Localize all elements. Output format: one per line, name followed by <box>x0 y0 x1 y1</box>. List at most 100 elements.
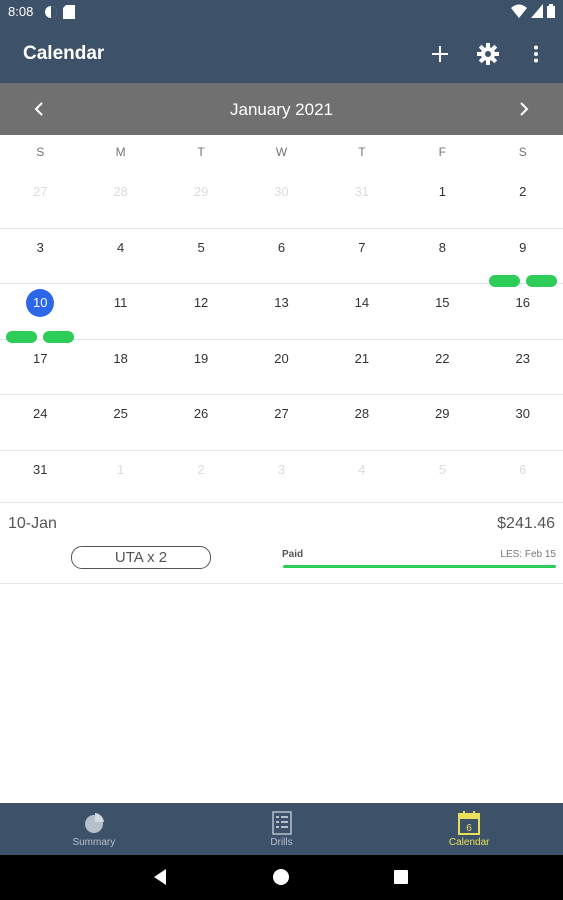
day-number: 1 <box>438 184 446 199</box>
system-navigation-bar <box>0 855 563 900</box>
day-cell[interactable]: 2 <box>483 173 563 228</box>
day-cell[interactable]: 10 <box>0 284 80 343</box>
uta-badge: UTA x 2 <box>71 546 211 569</box>
day-cell[interactable]: 28 <box>80 173 160 228</box>
nav-item-summary[interactable]: Summary <box>0 803 188 855</box>
wifi-icon <box>511 4 527 23</box>
paid-label: Paid <box>282 549 304 560</box>
day-number: 27 <box>274 406 289 422</box>
day-cell[interactable]: 6 <box>483 451 563 506</box>
day-cell[interactable]: 12 <box>161 284 241 339</box>
month-navigation: January 2021 <box>0 83 563 135</box>
day-number: 29 <box>193 184 209 199</box>
nav-item-calendar[interactable]: 6 Calendar <box>375 803 563 855</box>
day-cell[interactable]: 1 <box>402 173 482 228</box>
day-cell[interactable]: 27 <box>241 395 321 450</box>
day-cell[interactable]: 9 <box>483 229 563 288</box>
calendar-icon: 6 <box>457 810 481 835</box>
day-cell[interactable]: 19 <box>161 340 241 395</box>
day-number: 6 <box>519 461 527 477</box>
weekday-label: S <box>518 145 527 159</box>
nav-item-drills[interactable]: Drills <box>188 803 376 855</box>
day-cell[interactable]: 25 <box>80 395 160 450</box>
day-number: 28 <box>113 184 128 199</box>
nav-label-summary: Summary <box>72 836 116 848</box>
weekday-label: W <box>275 145 288 159</box>
day-cell[interactable]: 11 <box>80 284 160 339</box>
back-icon[interactable] <box>150 867 170 887</box>
day-number: 8 <box>438 239 446 255</box>
detail-amount: $241.46 <box>497 515 555 532</box>
day-cell[interactable]: 7 <box>322 229 402 284</box>
day-detail-panel[interactable]: 10-Jan $241.46 UTA x 2 Paid LES: Feb 15 <box>0 502 563 584</box>
day-number: 29 <box>435 406 450 422</box>
week-row: 27 28 29 30 31 1 2 <box>0 173 563 229</box>
day-number: 1 <box>117 461 125 477</box>
weekday-label: S <box>36 145 45 159</box>
weekday-header: S M T W T F S <box>0 145 563 165</box>
day-cell[interactable]: 14 <box>322 284 402 339</box>
day-cell[interactable]: 30 <box>483 395 563 450</box>
week-row: 24 25 26 27 28 29 30 <box>0 395 563 451</box>
home-icon[interactable] <box>271 867 291 887</box>
day-cell[interactable]: 29 <box>402 395 482 450</box>
day-cell[interactable]: 1 <box>80 451 160 506</box>
detail-date: 10-Jan <box>8 515 57 532</box>
day-cell[interactable]: 2 <box>161 451 241 506</box>
day-number: 9 <box>519 239 527 255</box>
day-number: 11 <box>113 295 128 311</box>
weekday-label: M <box>115 145 126 159</box>
notification-icon <box>44 5 58 24</box>
day-cell[interactable]: 4 <box>322 451 402 506</box>
day-number: 5 <box>197 239 205 255</box>
day-cell[interactable]: 27 <box>0 173 80 228</box>
day-cell[interactable]: 3 <box>241 451 321 506</box>
weekday-label: T <box>358 145 366 159</box>
day-cell[interactable]: 20 <box>241 340 321 395</box>
day-cell[interactable]: 16 <box>483 284 563 339</box>
status-left-icons <box>44 5 75 24</box>
day-cell[interactable]: 28 <box>322 395 402 450</box>
status-right-icons <box>511 4 555 23</box>
day-cell[interactable]: 24 <box>0 395 80 450</box>
day-cell[interactable]: 6 <box>241 229 321 284</box>
signal-icon <box>531 4 543 23</box>
day-cell[interactable]: 31 <box>322 173 402 228</box>
settings-icon[interactable] <box>475 41 501 67</box>
day-cell[interactable]: 31 <box>0 451 80 506</box>
day-cell[interactable]: 29 <box>161 173 241 228</box>
recents-icon[interactable] <box>391 867 411 887</box>
day-cell[interactable]: 4 <box>80 229 160 284</box>
day-cell[interactable]: 5 <box>402 451 482 506</box>
les-label: LES: Feb 15 <box>500 549 556 560</box>
next-month-chevron-icon[interactable] <box>511 97 535 121</box>
day-cell[interactable]: 22 <box>402 340 482 395</box>
day-number: 4 <box>117 239 125 255</box>
day-cell[interactable]: 17 <box>0 340 80 395</box>
paid-progress-bar <box>283 565 556 568</box>
page-title: Calendar <box>23 43 105 64</box>
day-cell[interactable]: 5 <box>161 229 241 284</box>
month-label: January 2021 <box>229 100 334 119</box>
day-cell[interactable]: 8 <box>402 229 482 284</box>
day-cell[interactable]: 3 <box>0 229 80 284</box>
weekday-label: T <box>197 145 205 159</box>
day-cell[interactable]: 26 <box>161 395 241 450</box>
week-row: 17 18 19 20 21 22 23 <box>0 340 563 396</box>
day-number: 18 <box>113 350 128 366</box>
week-row: 10 11 12 13 14 15 16 <box>0 284 563 343</box>
day-number: 6 <box>277 239 286 255</box>
more-vert-icon[interactable] <box>523 41 549 67</box>
day-cell[interactable]: 18 <box>80 340 160 395</box>
day-cell[interactable]: 30 <box>241 173 321 228</box>
day-number: 24 <box>32 406 48 422</box>
day-cell[interactable]: 15 <box>402 284 482 339</box>
day-number: 30 <box>515 406 530 422</box>
day-number: 14 <box>354 295 370 311</box>
day-cell[interactable]: 23 <box>483 340 563 395</box>
day-cell[interactable]: 21 <box>322 340 402 395</box>
day-cell[interactable]: 13 <box>241 284 321 339</box>
weekday-label: F <box>438 145 446 159</box>
day-number: 16 <box>515 295 530 311</box>
add-icon[interactable] <box>427 41 453 67</box>
